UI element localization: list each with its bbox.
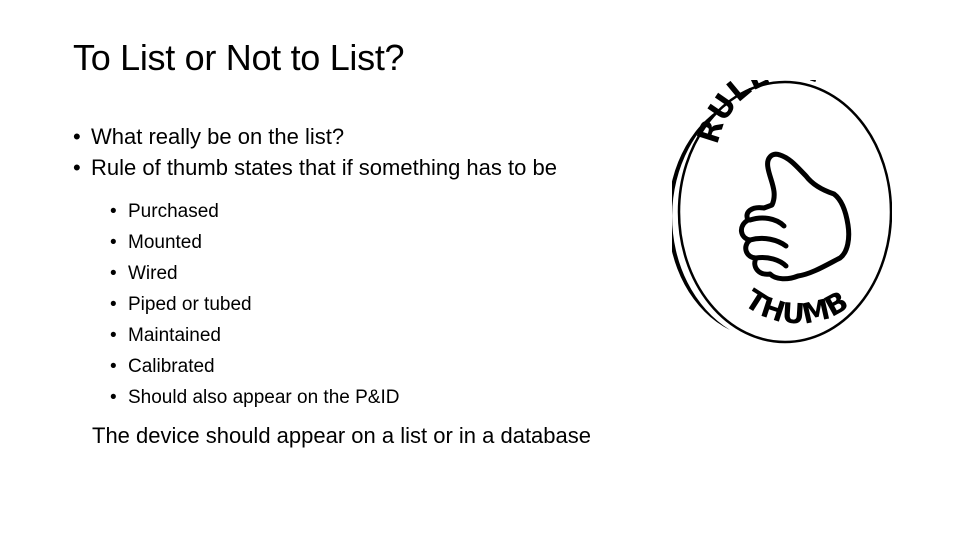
bullet-item: What really be on the list?: [73, 121, 557, 152]
rule-of-thumb-logo: RULE OF THUMB: [672, 80, 892, 344]
sub-bullet-item: Maintained: [110, 320, 399, 351]
slide-title: To List or Not to List?: [73, 37, 405, 78]
sub-bullet-item: Mounted: [110, 227, 399, 258]
bullet-item: Rule of thumb states that if something h…: [73, 152, 557, 183]
main-bullet-list: What really be on the list? Rule of thum…: [73, 121, 557, 183]
sub-bullet-item: Wired: [110, 258, 399, 289]
logo-bottom-text: THUMB: [739, 283, 854, 331]
sub-bullet-item: Purchased: [110, 196, 399, 227]
sub-bullet-item: Should also appear on the P&ID: [110, 382, 399, 413]
sub-bullet-item: Piped or tubed: [110, 289, 399, 320]
logo-top-text: RULE OF: [691, 80, 835, 148]
thumbs-up-icon: [739, 151, 852, 282]
sub-bullet-list: Purchased Mounted Wired Piped or tubed M…: [110, 196, 399, 413]
summary-note: The device should appear on a list or in…: [92, 423, 591, 448]
sub-bullet-item: Calibrated: [110, 351, 399, 382]
